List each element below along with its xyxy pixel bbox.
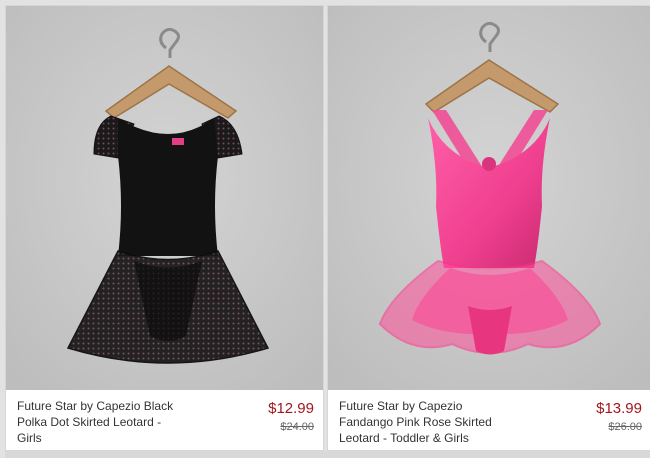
product-image[interactable] — [6, 6, 323, 390]
next-row-edge — [5, 451, 650, 458]
sale-price: $12.99 — [268, 400, 314, 417]
black-leotard-on-hanger-icon — [6, 6, 323, 390]
product-info: Future Star by Capezio Fandango Pink Ros… — [328, 390, 650, 450]
product-title[interactable]: Future Star by Capezio Black Polka Dot S… — [17, 398, 189, 446]
product-info: Future Star by Capezio Black Polka Dot S… — [6, 390, 323, 450]
original-price: $24.00 — [280, 421, 314, 433]
product-card[interactable]: Future Star by Capezio Fandango Pink Ros… — [327, 5, 650, 451]
sale-price: $13.99 — [596, 400, 642, 417]
product-image[interactable] — [328, 6, 650, 390]
original-price: $26.00 — [608, 421, 642, 433]
product-card[interactable]: Future Star by Capezio Black Polka Dot S… — [5, 5, 324, 451]
product-grid: Future Star by Capezio Black Polka Dot S… — [5, 5, 650, 458]
pink-leotard-on-hanger-icon — [328, 6, 650, 390]
product-title[interactable]: Future Star by Capezio Fandango Pink Ros… — [339, 398, 514, 446]
